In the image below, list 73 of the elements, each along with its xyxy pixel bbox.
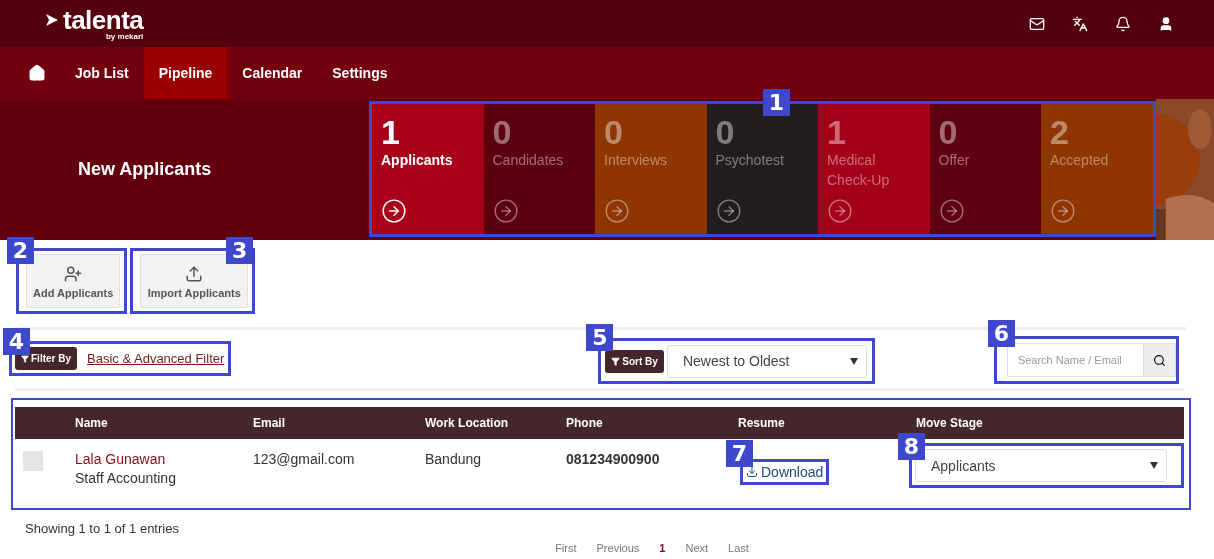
applicant-name-link[interactable]: Lala Gunawan bbox=[75, 451, 253, 467]
caret-icon bbox=[1150, 462, 1158, 469]
nav-tab[interactable]: Job List bbox=[60, 47, 144, 99]
upload-icon bbox=[185, 265, 204, 283]
stage-count: 0 bbox=[604, 114, 624, 150]
column-header: Email bbox=[253, 416, 286, 430]
callout-number: 6 bbox=[987, 320, 1015, 347]
stage-count: 0 bbox=[715, 114, 736, 150]
table-cell-text: Bandung bbox=[425, 451, 483, 467]
search-icon bbox=[1152, 353, 1166, 367]
logo-text: talenta bbox=[63, 6, 144, 33]
stage-count: 0 bbox=[938, 114, 959, 150]
stage-label: Candidates bbox=[492, 151, 565, 170]
arrow-circle-icon[interactable] bbox=[381, 198, 407, 224]
filter-icon bbox=[611, 356, 621, 366]
table-cell-text: 123@gmail.com bbox=[253, 451, 356, 467]
nav-tab[interactable]: Calendar bbox=[227, 47, 318, 99]
stage-label: Medical Check-Up bbox=[827, 151, 891, 190]
search-button[interactable] bbox=[1142, 343, 1176, 377]
column-header: Move Stage bbox=[916, 416, 984, 430]
stage-label: Accepted bbox=[1050, 151, 1110, 170]
nav-tab[interactable]: Pipeline bbox=[143, 47, 228, 99]
arrow-circle-icon[interactable] bbox=[715, 198, 742, 224]
search-field[interactable]: Search Name / Email bbox=[1006, 343, 1143, 377]
bell-icon[interactable] bbox=[1115, 15, 1131, 32]
stage-count: 2 bbox=[1050, 114, 1070, 150]
callout-number: 5 bbox=[586, 323, 614, 351]
page-link[interactable]: Last bbox=[728, 542, 749, 554]
nav-tab[interactable]: Settings bbox=[317, 47, 403, 99]
page-link[interactable]: Previous bbox=[596, 542, 640, 554]
column-header: Resume bbox=[738, 416, 786, 430]
stage-tile[interactable]: 1 Applicants bbox=[372, 104, 484, 234]
stage-label: Interviews bbox=[604, 151, 669, 170]
language-icon[interactable] bbox=[1072, 15, 1088, 32]
sort-select[interactable]: Newest to Oldest bbox=[666, 344, 867, 378]
user-icon[interactable] bbox=[1158, 15, 1174, 32]
callout-number: 8 bbox=[898, 433, 925, 460]
callout-number: 3 bbox=[226, 237, 254, 264]
callout-number: 1 bbox=[763, 89, 790, 116]
stage-label: Offer bbox=[938, 151, 971, 170]
page-title: New Applicants bbox=[78, 159, 212, 180]
stage-count: 0 bbox=[492, 114, 513, 150]
logo-byline: by mekari bbox=[105, 31, 144, 41]
page-link[interactable]: Next bbox=[685, 542, 709, 554]
stage-count: 1 bbox=[827, 114, 847, 150]
arrow-circle-icon[interactable] bbox=[492, 198, 519, 224]
sort-chip: Sort By bbox=[605, 349, 664, 373]
action-button[interactable]: Add Applicants bbox=[26, 254, 121, 308]
stage-label: Psychotest bbox=[715, 151, 785, 170]
home-icon[interactable] bbox=[28, 64, 46, 82]
callout-number: 4 bbox=[3, 328, 30, 355]
user-plus-icon bbox=[64, 265, 83, 283]
row-checkbox[interactable] bbox=[23, 451, 43, 471]
callout-number: 7 bbox=[726, 440, 753, 467]
filter-link[interactable]: Basic & Advanced Filter bbox=[87, 351, 225, 366]
mail-icon[interactable] bbox=[1029, 15, 1045, 32]
column-header: Phone bbox=[566, 416, 604, 430]
stage-count: 1 bbox=[381, 114, 401, 150]
stage-label: Applicants bbox=[381, 151, 454, 170]
column-header: Work Location bbox=[425, 416, 510, 430]
arrow-circle-icon[interactable] bbox=[938, 198, 965, 224]
job-position: Staff Accounting bbox=[75, 470, 177, 486]
caret-icon bbox=[849, 357, 858, 365]
logo-icon bbox=[45, 12, 59, 27]
download-link[interactable]: Download bbox=[743, 462, 827, 482]
page-link[interactable]: 1 bbox=[659, 542, 666, 554]
entries-info: Showing 1 to 1 of 1 entries bbox=[25, 521, 180, 536]
filter-icon bbox=[21, 354, 29, 363]
column-header: Name bbox=[75, 416, 109, 430]
callout-number: 2 bbox=[7, 237, 34, 264]
page-link[interactable]: First bbox=[555, 542, 577, 554]
table-cell-text: 081234900900 bbox=[566, 451, 661, 467]
download-icon bbox=[746, 466, 758, 478]
